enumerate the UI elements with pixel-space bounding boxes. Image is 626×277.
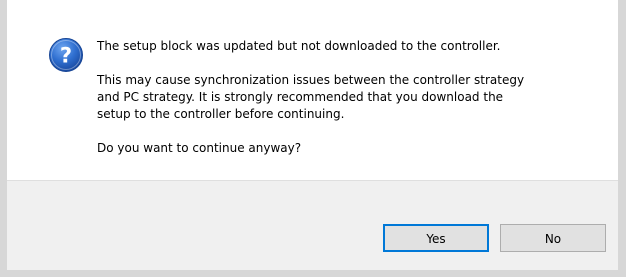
dialog-message: The setup block was updated but not down… [97,38,607,174]
no-button[interactable]: No [500,224,606,252]
dialog-content: ? The setup block was updated but not do… [7,0,618,180]
dialog-button-bar: Yes No [7,180,618,270]
message-line-3: Do you want to continue anyway? [97,141,302,155]
message-line-2: This may cause synchronization issues be… [97,73,525,121]
question-icon: ? [48,37,84,73]
message-line-1: The setup block was updated but not down… [97,39,501,53]
question-icon-graphic: ? [49,38,83,72]
svg-text:?: ? [60,44,72,68]
yes-button[interactable]: Yes [383,224,489,252]
message-dialog: ? The setup block was updated but not do… [0,0,626,277]
